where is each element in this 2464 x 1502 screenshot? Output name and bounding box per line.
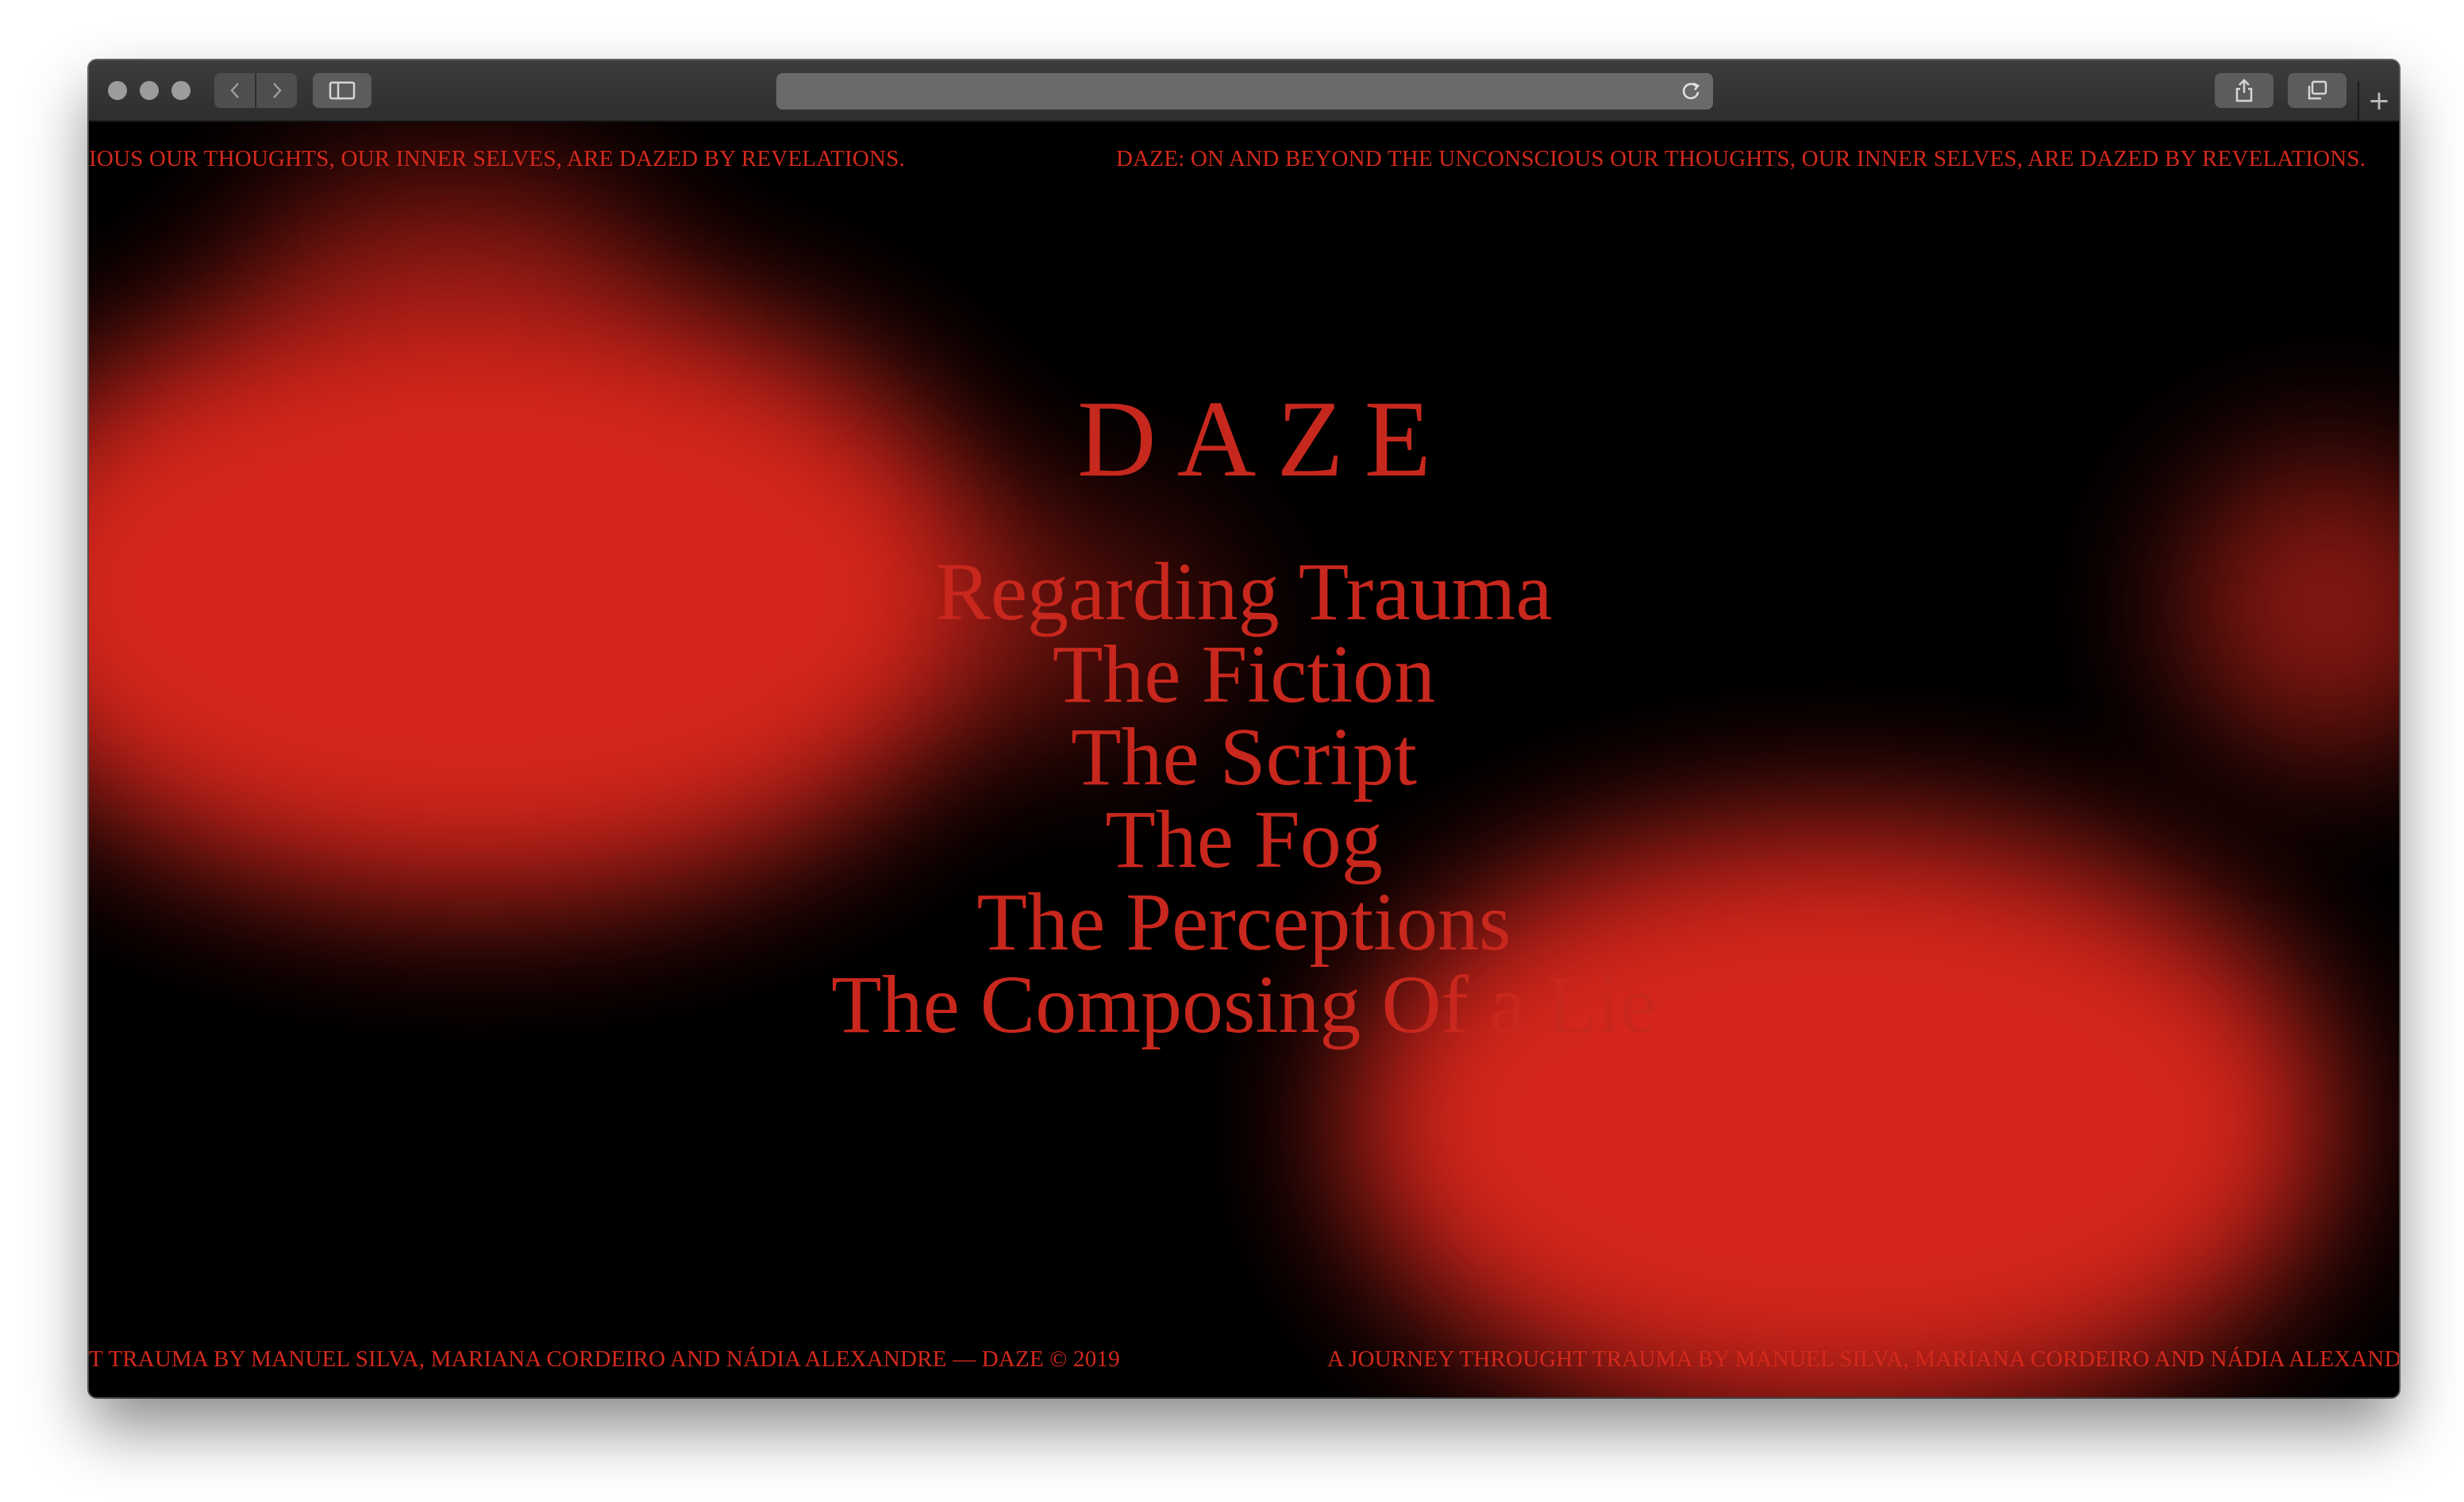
bottom-marquee-text-right: A JOURNEY THROUGHT TRAUMA BY MANUEL SILV… <box>1327 1346 2399 1372</box>
menu-item-the-composing-of-a-lie[interactable]: The Composing Of a Lie <box>89 964 2399 1046</box>
menu-item-the-fog[interactable]: The Fog <box>89 799 2399 881</box>
back-button[interactable] <box>214 73 255 108</box>
zoom-window-button[interactable] <box>171 81 191 100</box>
close-window-button[interactable] <box>108 81 127 100</box>
chevron-right-icon <box>272 83 282 98</box>
menu-item-the-perceptions[interactable]: The Perceptions <box>89 881 2399 964</box>
bottom-marquee-text-left: T TRAUMA BY MANUEL SILVA, MARIANA CORDEI… <box>89 1346 1120 1372</box>
top-marquee-text-right: DAZE: ON AND BEYOND THE UNCONSCIOUS OUR … <box>1116 146 2366 171</box>
share-icon <box>2235 79 2253 102</box>
menu-item-the-script[interactable]: The Script <box>89 716 2399 799</box>
forward-button[interactable] <box>255 73 297 108</box>
tabs-overview-icon <box>2308 80 2327 100</box>
chevron-left-icon <box>229 83 239 98</box>
page-viewport: IOUS OUR THOUGHTS, OUR INNER SELVES, ARE… <box>89 122 2399 1397</box>
browser-window: + IOUS OUR THOUGHTS, OUR INNER SELVES, A… <box>89 60 2399 1397</box>
top-marquee: IOUS OUR THOUGHTS, OUR INNER SELVES, ARE… <box>89 146 2399 186</box>
tab-overview-button[interactable] <box>2288 73 2347 108</box>
menu-item-regarding-trauma[interactable]: Regarding Trauma <box>89 551 2399 634</box>
sidebar-icon <box>329 81 356 100</box>
history-nav <box>214 73 297 108</box>
menu-item-the-fiction[interactable]: The Fiction <box>89 634 2399 716</box>
reload-icon[interactable] <box>1680 80 1702 102</box>
plus-icon: + <box>2367 85 2391 117</box>
address-bar[interactable] <box>776 73 1713 110</box>
top-marquee-text-left: IOUS OUR THOUGHTS, OUR INNER SELVES, ARE… <box>89 146 905 171</box>
browser-toolbar: + <box>89 60 2399 122</box>
new-tab-button[interactable]: + <box>2358 81 2399 121</box>
site-logo[interactable]: DAZE <box>89 384 2399 494</box>
chapter-menu: Regarding Trauma The Fiction The Script … <box>89 551 2399 1046</box>
bottom-marquee: T TRAUMA BY MANUEL SILVA, MARIANA CORDEI… <box>89 1346 2399 1386</box>
sidebar-toggle-button[interactable] <box>313 73 372 108</box>
minimize-window-button[interactable] <box>140 81 159 100</box>
share-button[interactable] <box>2215 73 2273 108</box>
